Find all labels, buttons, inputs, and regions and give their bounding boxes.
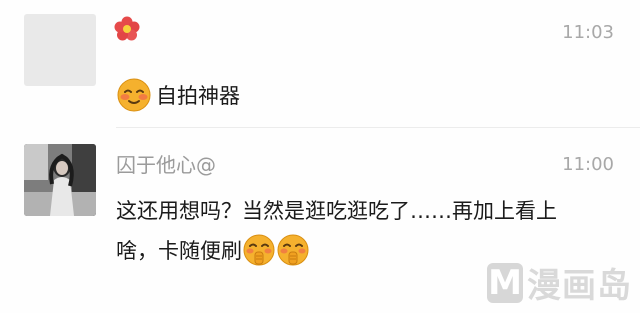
chat-message-1: 11:03 自拍神器 xyxy=(0,0,640,128)
avatar[interactable] xyxy=(24,14,96,86)
watermark-logo: M xyxy=(487,262,523,303)
message-time: 11:00 xyxy=(562,154,614,175)
shush-emoji-icon xyxy=(242,233,276,267)
message-text[interactable]: 自拍神器 xyxy=(116,76,240,116)
watermark-text: 漫画岛 xyxy=(527,266,632,306)
avatar[interactable] xyxy=(24,144,96,216)
shush-emoji-icon xyxy=(276,233,310,267)
message-time: 11:03 xyxy=(562,22,614,43)
message-text-line-1: 这还用想吗？当然是逛吃逛吃了……再加上看上 xyxy=(116,199,557,223)
sender-name[interactable]: 囚于他心@ xyxy=(116,149,216,178)
message-text-content: 自拍神器 xyxy=(156,84,240,108)
watermark: M 漫画岛 xyxy=(487,258,632,307)
blushing-smile-emoji-icon xyxy=(116,77,152,113)
red-flower-icon xyxy=(114,16,140,41)
message-text-line-2-content: 啥，卡随便刷 xyxy=(116,239,242,263)
